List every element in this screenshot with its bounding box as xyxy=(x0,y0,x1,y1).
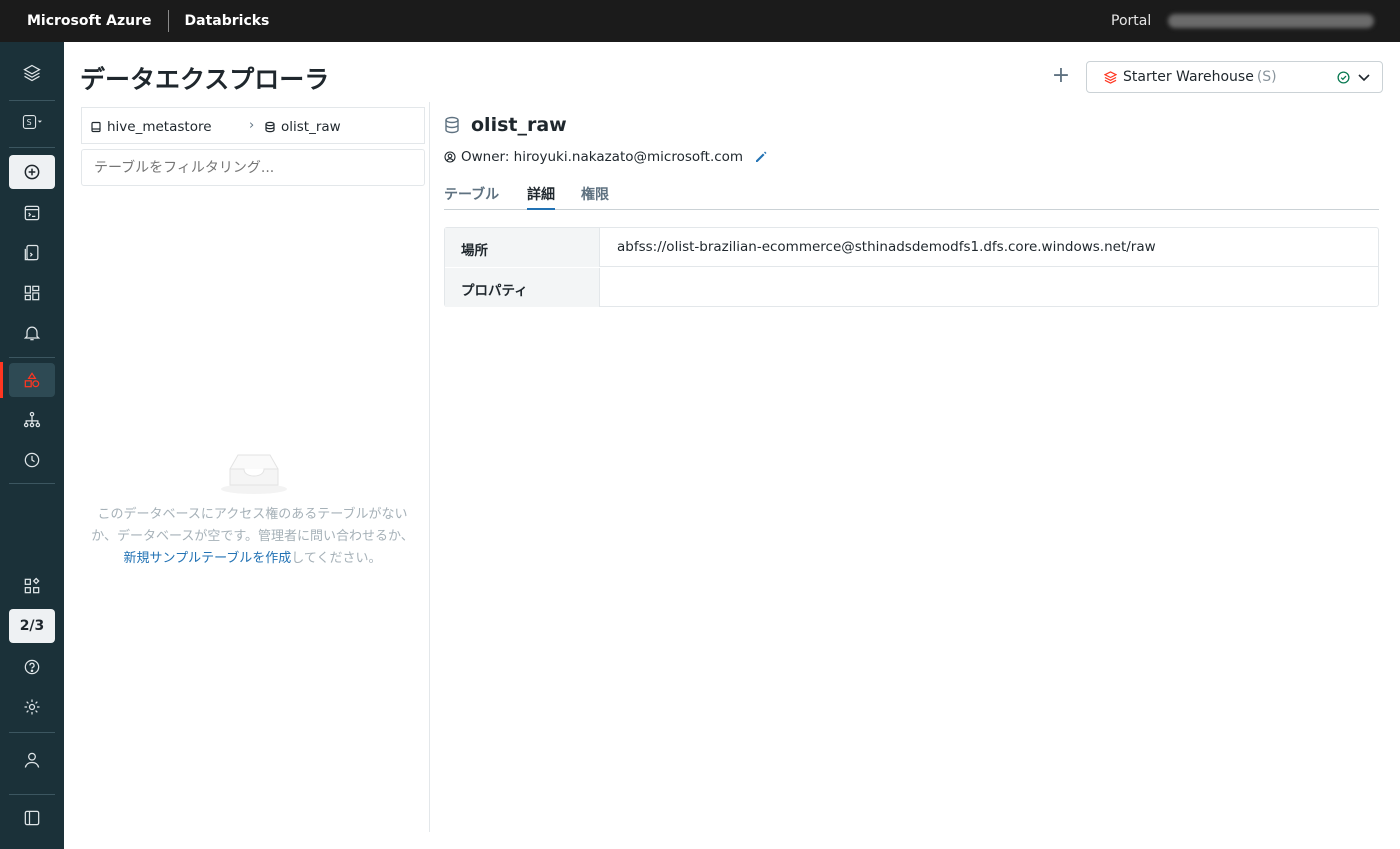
sidebar-divider xyxy=(9,483,55,484)
alerts-icon[interactable] xyxy=(9,316,55,350)
workspace-switch-icon[interactable]: S xyxy=(9,105,55,139)
top-bar: Microsoft Azure Databricks Portal xyxy=(0,0,1400,42)
create-sample-table-link[interactable]: 新規サンプルテーブルを作成 xyxy=(123,551,291,566)
sidebar-divider xyxy=(9,732,55,733)
user-account-blurred[interactable] xyxy=(1168,14,1374,28)
breadcrumb-metastore[interactable]: hive_metastore xyxy=(90,119,212,135)
table-row: 場所 abfss://olist-brazilian-ecommerce@sth… xyxy=(445,228,1378,267)
data-explorer-icon[interactable] xyxy=(9,363,55,397)
table-filter-input[interactable] xyxy=(81,149,425,186)
details-table: 場所 abfss://olist-brazilian-ecommerce@sth… xyxy=(444,227,1379,307)
new-icon[interactable] xyxy=(9,155,55,189)
breadcrumb-database-label: olist_raw xyxy=(281,119,341,135)
sql-editor-icon[interactable] xyxy=(9,196,55,230)
tab-details[interactable]: 詳細 xyxy=(527,184,555,210)
sidebar-divider xyxy=(9,794,55,795)
detail-tabs: テーブル 詳細 権限 xyxy=(444,184,1379,210)
collapse-sidebar-icon[interactable] xyxy=(9,801,55,835)
page-title: データエクスプローラ xyxy=(80,65,330,94)
sidebar: S 2/3 xyxy=(0,42,64,849)
schema-browser: hive_metastore › olist_raw このデータベースにアクセス… xyxy=(80,102,430,832)
empty-message-line: してください。 xyxy=(291,551,382,566)
sidebar-divider xyxy=(9,147,55,148)
chevron-right-icon: › xyxy=(249,118,255,133)
running-status-icon xyxy=(1337,71,1350,84)
user-icon[interactable] xyxy=(9,743,55,777)
portal-link[interactable]: Portal xyxy=(1111,13,1151,29)
tab-tables[interactable]: テーブル xyxy=(444,184,499,210)
databricks-logo-icon[interactable] xyxy=(9,56,55,90)
breadcrumb-metastore-label: hive_metastore xyxy=(107,119,212,135)
dashboards-icon[interactable] xyxy=(9,276,55,310)
sidebar-divider xyxy=(9,100,55,101)
properties-key: プロパティ xyxy=(445,268,600,307)
sql-warehouses-icon[interactable] xyxy=(9,403,55,437)
location-key: 場所 xyxy=(445,228,600,267)
user-circle-icon xyxy=(444,151,456,163)
breadcrumb-database[interactable]: olist_raw xyxy=(264,119,341,135)
azure-brand[interactable]: Microsoft Azure xyxy=(27,13,152,29)
empty-inbox-icon xyxy=(221,454,287,494)
empty-message-line: か、データベースが空です。管理者に問い合わせるか、 xyxy=(91,529,414,544)
warehouse-selector[interactable]: Starter Warehouse (S) xyxy=(1086,61,1383,93)
onboarding-progress-counter[interactable]: 2/3 xyxy=(9,609,55,643)
metastore-icon xyxy=(91,121,101,133)
partner-connect-icon[interactable] xyxy=(9,569,55,603)
empty-message-line: このデータベースにアクセス権のあるテーブルがない xyxy=(97,507,408,522)
edit-owner-icon[interactable] xyxy=(754,150,768,164)
owner-row: Owner: hiroyuki.nakazato@microsoft.com xyxy=(444,149,768,165)
location-value: abfss://olist-brazilian-ecommerce@sthina… xyxy=(617,239,1156,255)
query-history-icon[interactable] xyxy=(9,443,55,477)
active-indicator xyxy=(0,362,3,398)
owner-label: Owner: hiroyuki.nakazato@microsoft.com xyxy=(461,149,744,165)
add-button[interactable]: + xyxy=(1050,65,1072,88)
settings-icon[interactable] xyxy=(9,690,55,724)
warehouse-size: (S) xyxy=(1256,69,1277,85)
brand-divider xyxy=(167,10,169,32)
database-icon xyxy=(445,116,459,134)
table-row: プロパティ xyxy=(445,268,1378,307)
warehouse-name: Starter Warehouse xyxy=(1123,69,1254,85)
breadcrumb: hive_metastore › olist_raw xyxy=(81,107,425,144)
database-name: olist_raw xyxy=(471,114,567,136)
warehouse-icon xyxy=(1104,70,1117,84)
database-title: olist_raw xyxy=(444,114,567,136)
help-icon[interactable] xyxy=(9,650,55,684)
svg-text:S: S xyxy=(27,118,32,127)
sidebar-divider xyxy=(9,357,55,358)
tab-permissions[interactable]: 権限 xyxy=(581,184,609,210)
queries-icon[interactable] xyxy=(9,236,55,270)
empty-state-message: このデータベースにアクセス権のあるテーブルがない か、データベースが空です。管理… xyxy=(80,504,425,570)
database-icon xyxy=(265,121,275,133)
chevron-down-icon[interactable] xyxy=(1357,70,1371,84)
databricks-brand[interactable]: Databricks xyxy=(185,13,270,29)
